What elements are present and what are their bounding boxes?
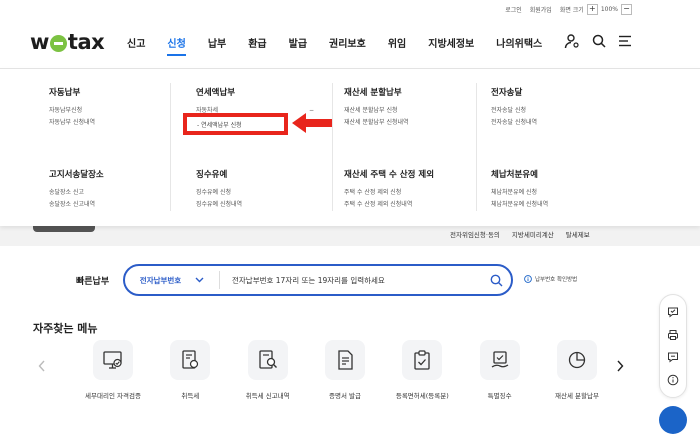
document-search-icon bbox=[259, 350, 277, 369]
zoom-in-button[interactable]: + bbox=[586, 3, 598, 15]
search-icon bbox=[490, 274, 502, 286]
payment-number-input[interactable] bbox=[220, 274, 481, 286]
quick-link-tax-calc[interactable]: 지방세미리계산 bbox=[512, 229, 554, 239]
menu-item[interactable]: 체납처분유예 신청내역 bbox=[491, 199, 548, 211]
menu-item[interactable]: 재산세 분할납부 신청내역 bbox=[344, 117, 409, 129]
faq-item-certificate-issue[interactable]: 증명서 발급 bbox=[307, 340, 383, 400]
menu-col-collection-defer: 징수유예 징수유예 신청 징수유예 신청내역 bbox=[196, 168, 242, 211]
certificate-icon bbox=[338, 350, 353, 370]
faq-item-acquisition-tax-history[interactable]: 취득세 신고내역 bbox=[230, 340, 306, 400]
chat-bubble-icon[interactable] bbox=[667, 351, 679, 363]
wetax-logo[interactable]: w tax bbox=[30, 30, 105, 54]
menu-col-title: 고지서송달장소 bbox=[49, 170, 104, 180]
menu-col-title: 징수유예 bbox=[196, 170, 228, 180]
help-icon[interactable] bbox=[667, 374, 679, 386]
chevron-left-icon[interactable] bbox=[38, 360, 46, 372]
menu-divider bbox=[332, 83, 333, 211]
nav-item-pay[interactable]: 납부 bbox=[208, 35, 226, 50]
apply-mega-menu: 자동납부 자동납부신청 자동납부 신청내역 연세액납부 자동차세 − 재산세 분… bbox=[0, 68, 700, 226]
faq-menu-list: 세무대리인 자격검증 취득세 취득세 신고내역 증명서 발급 등록면허세(등록분… bbox=[75, 340, 615, 400]
red-arrow-icon bbox=[292, 113, 332, 133]
menu-icon[interactable] bbox=[618, 35, 632, 47]
menu-col-title: 체납처분유예 bbox=[491, 170, 538, 180]
monitor-check-icon bbox=[103, 351, 122, 369]
nav-item-local-tax-info[interactable]: 지방세정보 bbox=[428, 35, 474, 50]
menu-col-title: 재산세 주택 수 산정 제외 bbox=[344, 170, 435, 180]
nav-item-delegate[interactable]: 위임 bbox=[388, 35, 406, 50]
faq-item-agent-verify[interactable]: 세무대리인 자격검증 bbox=[75, 340, 151, 400]
banner-control[interactable] bbox=[33, 226, 95, 232]
menu-item[interactable]: 송달장소 신고 bbox=[49, 187, 104, 199]
header-icons bbox=[564, 33, 632, 49]
site-header: w tax 신고 신청 납부 환급 발급 권리보호 위임 지방세정보 나의위택스 bbox=[0, 18, 700, 68]
faq-item-special-collection[interactable]: 특별징수 bbox=[462, 340, 538, 400]
utility-bar: 로그인 회원가입 화면 크기 + 100% − bbox=[505, 2, 632, 16]
printer-icon[interactable] bbox=[667, 329, 679, 341]
zoom-out-button[interactable]: − bbox=[621, 3, 632, 15]
menu-col-delivery-place: 고지서송달장소 송달장소 신고 송달장소 신고내역 bbox=[49, 168, 104, 211]
floating-toolbar bbox=[659, 294, 687, 398]
chevron-down-icon bbox=[195, 277, 204, 283]
menu-item[interactable]: 자동납부 신청내역 bbox=[49, 117, 95, 129]
document-stamp-icon bbox=[182, 350, 199, 369]
faq-menu-title: 자주찾는 메뉴 bbox=[33, 322, 98, 335]
nav-item-refund[interactable]: 환급 bbox=[248, 35, 266, 50]
menu-item[interactable]: 징수유예 신청 bbox=[196, 187, 242, 199]
screen-size-label: 화면 크기 bbox=[559, 6, 584, 14]
login-link[interactable]: 로그인 bbox=[505, 5, 522, 14]
quick-pay-label: 빠른납부 bbox=[76, 277, 110, 287]
menu-item[interactable]: 체납처분유예 신청 bbox=[491, 187, 548, 199]
nav-item-report[interactable]: 신고 bbox=[127, 35, 145, 50]
menu-col-auto-pay: 자동납부 자동납부신청 자동납부 신청내역 bbox=[49, 86, 95, 129]
menu-col-e-delivery: 전자송달 전자송달 신청 전자송달 신청내역 bbox=[491, 86, 537, 129]
menu-col-delinquency-defer: 체납처분유예 체납처분유예 신청 체납처분유예 신청내역 bbox=[491, 168, 548, 211]
receipt-hand-icon bbox=[491, 351, 509, 368]
faq-item-registration-license-tax[interactable]: 등록면허세(등록분) bbox=[384, 340, 460, 400]
info-icon bbox=[524, 275, 532, 283]
faq-item-property-installment[interactable]: 재산세 분할납부 bbox=[539, 340, 615, 400]
nav-item-my-wetax[interactable]: 나의위택스 bbox=[496, 35, 542, 50]
highlighted-menu-item-annual-pay-apply[interactable]: - 연세액납부 신청 bbox=[183, 113, 288, 135]
pie-chart-icon bbox=[568, 351, 586, 369]
menu-col-property-installment: 재산세 분할납부 재산세 분할납부 신청 재산세 분할납부 신청내역 bbox=[344, 86, 409, 129]
chat-check-icon[interactable] bbox=[667, 306, 679, 318]
menu-col-title: 전자송달 bbox=[491, 88, 523, 98]
signup-link[interactable]: 회원가입 bbox=[530, 5, 552, 14]
search-icon[interactable] bbox=[592, 34, 606, 48]
menu-item[interactable]: 전자송달 신청 bbox=[491, 105, 537, 117]
clipboard-check-icon bbox=[414, 350, 430, 370]
chevron-right-icon[interactable] bbox=[616, 360, 624, 372]
menu-col-title: 연세액납부 bbox=[196, 88, 236, 98]
quick-links: 전자위임신청·동의 지방세미리계산 탈세제보 bbox=[450, 229, 590, 239]
chatbot-button[interactable] bbox=[659, 406, 687, 434]
logo-e-icon bbox=[49, 34, 67, 52]
menu-item[interactable]: 주택 수 산정 제외 신청 bbox=[344, 187, 434, 199]
nav-item-apply[interactable]: 신청 bbox=[167, 35, 187, 56]
menu-col-title: 재산세 분할납부 bbox=[344, 88, 402, 98]
menu-col-house-count-exclusion: 재산세 주택 수 산정 제외 주택 수 산정 제외 신청 주택 수 산정 제외 … bbox=[344, 168, 434, 211]
menu-divider bbox=[170, 83, 171, 211]
quick-link-tax-report[interactable]: 탈세제보 bbox=[566, 229, 590, 239]
main-nav: 신고 신청 납부 환급 발급 권리보호 위임 지방세정보 나의위택스 bbox=[127, 35, 564, 56]
payment-number-select[interactable]: 전자납부번호 bbox=[125, 271, 220, 289]
quick-link-e-delegate[interactable]: 전자위임신청·동의 bbox=[450, 229, 500, 239]
payment-number-help-link[interactable]: 납부번호 확인방법 bbox=[524, 275, 577, 283]
menu-item[interactable]: 전자송달 신청내역 bbox=[491, 117, 537, 129]
menu-item[interactable]: 징수유예 신청내역 bbox=[196, 199, 242, 211]
screen-size-control: 화면 크기 + 100% − bbox=[559, 3, 632, 15]
nav-item-rights[interactable]: 권리보호 bbox=[329, 35, 366, 50]
nav-item-issue[interactable]: 발급 bbox=[289, 35, 307, 50]
menu-item[interactable]: 재산세 분할납부 신청 bbox=[344, 105, 409, 117]
quick-pay-search-button[interactable] bbox=[481, 274, 511, 287]
menu-col-title: 자동납부 bbox=[49, 88, 81, 98]
zoom-level: 100% bbox=[600, 5, 618, 13]
menu-item[interactable]: 송달장소 신고내역 bbox=[49, 199, 104, 211]
menu-item[interactable]: 주택 수 산정 제외 신청내역 bbox=[344, 199, 434, 211]
faq-item-acquisition-tax[interactable]: 취득세 bbox=[152, 340, 228, 400]
main-banner bbox=[0, 226, 700, 246]
menu-divider bbox=[476, 83, 477, 211]
user-settings-icon[interactable] bbox=[564, 33, 580, 49]
quick-pay-bar: 전자납부번호 bbox=[123, 264, 513, 296]
menu-item[interactable]: 자동납부신청 bbox=[49, 105, 95, 117]
